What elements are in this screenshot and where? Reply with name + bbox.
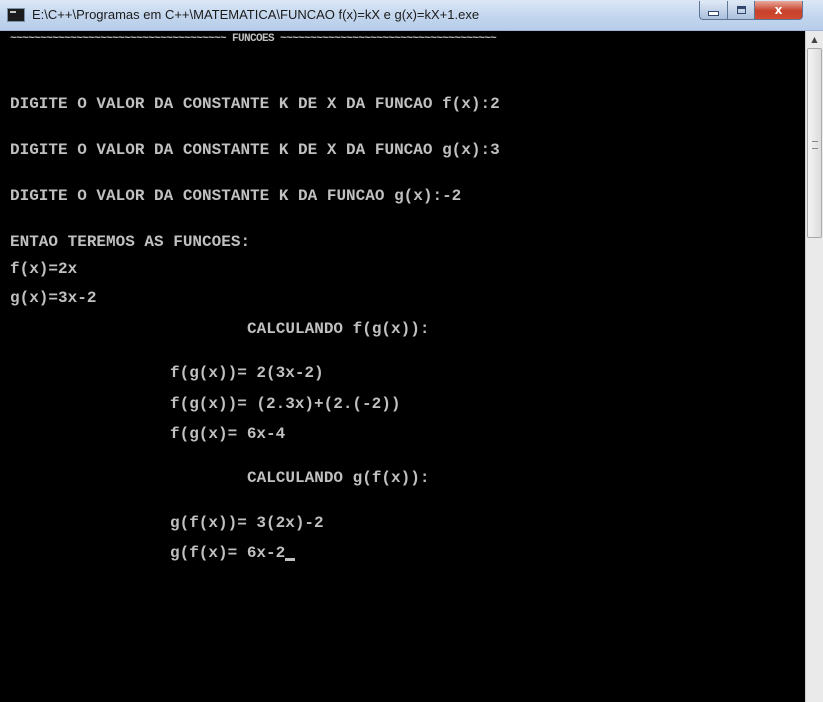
text-cursor bbox=[285, 558, 296, 561]
calc-gf-heading: CALCULANDO g(f(x)): bbox=[247, 469, 430, 487]
fg-step-2: f(g(x))= (2.3x)+(2.(-2)) bbox=[170, 395, 401, 413]
fg-step-1: f(g(x))= 2(3x-2) bbox=[170, 364, 324, 382]
window-title: E:\C++\Programas em C++\MATEMATICA\FUNCA… bbox=[32, 7, 480, 22]
gf-step-1: g(f(x))= 3(2x)-2 bbox=[170, 514, 324, 532]
console-header: ~~~~~~~~~~~~~~~~~~~~~~~~~~~~~~~~~~~~ FUN… bbox=[10, 33, 497, 45]
prompt-g-offset: DIGITE O VALOR DA CONSTANTE K DA FUNCAO … bbox=[10, 187, 462, 205]
gf-result-line: g(f(x)= 6x-2 bbox=[170, 544, 296, 562]
prompt-g-constant: DIGITE O VALOR DA CONSTANTE K DE X DA FU… bbox=[10, 141, 500, 159]
maximize-icon bbox=[736, 6, 746, 14]
scroll-thumb[interactable] bbox=[807, 48, 822, 238]
f-definition: f(x)=2x bbox=[10, 260, 78, 278]
title-bar[interactable]: E:\C++\Programas em C++\MATEMATICA\FUNCA… bbox=[0, 0, 823, 31]
functions-heading: ENTAO TEREMOS AS FUNCOES: bbox=[10, 233, 251, 251]
gf-result: g(f(x)= 6x-2 bbox=[170, 544, 286, 562]
vertical-scrollbar[interactable]: ▲ bbox=[805, 31, 823, 702]
grip-icon bbox=[812, 141, 818, 149]
minimize-button[interactable] bbox=[699, 1, 728, 20]
fg-result: f(g(x)= 6x-4 bbox=[170, 425, 286, 443]
calc-fg-heading: CALCULANDO f(g(x)): bbox=[247, 320, 430, 338]
prompt-f-constant: DIGITE O VALOR DA CONSTANTE K DE X DA FU… bbox=[10, 95, 500, 113]
close-icon: x bbox=[774, 3, 783, 17]
console-output[interactable]: ~~~~~~~~~~~~~~~~~~~~~~~~~~~~~~~~~~~~ FUN… bbox=[0, 31, 805, 702]
console-app-icon[interactable] bbox=[7, 8, 25, 22]
maximize-button[interactable] bbox=[728, 1, 755, 20]
g-definition: g(x)=3x-2 bbox=[10, 289, 97, 307]
console-window: E:\C++\Programas em C++\MATEMATICA\FUNCA… bbox=[0, 0, 823, 702]
close-button[interactable]: x bbox=[755, 1, 803, 20]
scroll-up-arrow-icon[interactable]: ▲ bbox=[806, 31, 823, 48]
minimize-icon bbox=[708, 10, 719, 16]
